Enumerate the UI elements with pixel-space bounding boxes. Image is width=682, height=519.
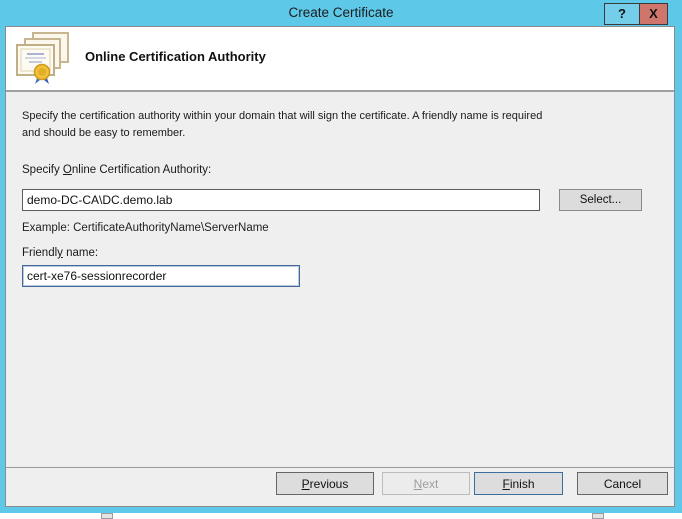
select-button[interactable]: Select... — [559, 189, 642, 211]
help-button[interactable]: ? — [604, 3, 639, 25]
friendly-name-input[interactable] — [22, 265, 300, 287]
wizard-content: Specify the certification authority with… — [6, 92, 674, 506]
titlebar-buttons: ? X — [604, 3, 668, 25]
ca-input[interactable] — [22, 189, 540, 211]
footer-divider — [6, 467, 674, 468]
close-button[interactable]: X — [639, 3, 668, 25]
cancel-button[interactable]: Cancel — [577, 472, 668, 495]
example-text: Example: CertificateAuthorityName\Server… — [22, 222, 269, 234]
titlebar[interactable]: Create Certificate ? X — [0, 0, 682, 27]
friendly-name-label: Friendly name: — [22, 247, 99, 259]
background-artifact — [592, 513, 604, 519]
create-certificate-dialog: Create Certificate ? X Online Certificat… — [0, 0, 682, 513]
page-title: Online Certification Authority — [85, 49, 266, 64]
ca-field-label: Specify Online Certification Authority: — [22, 164, 212, 176]
dialog-body: Online Certification Authority Specify t… — [6, 27, 674, 506]
window-title: Create Certificate — [288, 5, 394, 20]
next-button: Next — [382, 472, 470, 495]
wizard-header: Online Certification Authority — [6, 27, 674, 90]
background-artifact — [101, 513, 113, 519]
description-line1: Specify the certification authority with… — [22, 110, 543, 122]
screen: Create Certificate ? X Online Certificat… — [0, 0, 682, 519]
previous-button[interactable]: Previous — [276, 472, 374, 495]
certificates-icon — [14, 31, 72, 87]
description-line2: and should be easy to remember. — [22, 127, 186, 139]
finish-button[interactable]: Finish — [474, 472, 563, 495]
